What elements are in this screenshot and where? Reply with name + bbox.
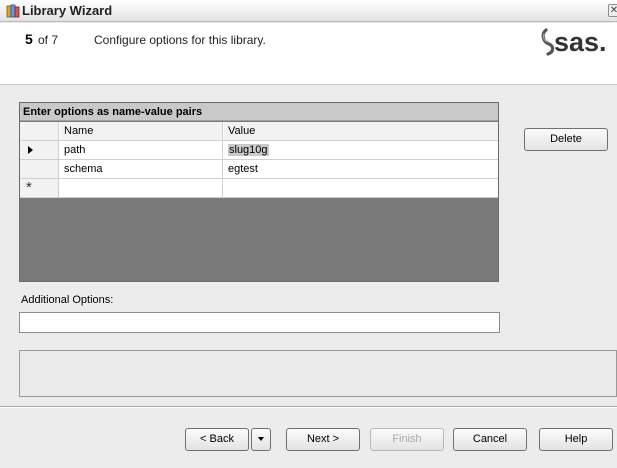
- option-value-cell[interactable]: slug10g: [224, 141, 498, 159]
- back-button[interactable]: < Back: [185, 428, 249, 451]
- footer-divider: [0, 406, 617, 408]
- step-number: 5: [25, 31, 33, 47]
- next-button[interactable]: Next >: [286, 428, 360, 451]
- back-dropdown-button[interactable]: [251, 428, 271, 451]
- message-panel: [19, 350, 617, 397]
- library-wizard-window: Library Wizard ✕ 5 of 7 Configure option…: [0, 0, 617, 468]
- additional-options-label: Additional Options:: [21, 294, 114, 306]
- step-title: Configure options for this library.: [94, 33, 266, 47]
- title-bar: Library Wizard ✕: [0, 0, 617, 22]
- grid-header-row: Name Value: [20, 122, 498, 141]
- grid-caption: Enter options as name-value pairs: [20, 103, 498, 121]
- new-row[interactable]: *: [20, 179, 498, 198]
- option-name-cell[interactable]: schema: [60, 160, 223, 178]
- window-title: Library Wizard: [22, 3, 113, 18]
- cancel-button[interactable]: Cancel: [453, 428, 527, 451]
- step-total: of 7: [38, 33, 59, 47]
- new-value-cell[interactable]: [224, 179, 498, 197]
- help-button[interactable]: Help: [539, 428, 613, 451]
- options-grid: Enter options as name-value pairs Name V…: [19, 102, 499, 282]
- column-header-name[interactable]: Name: [60, 122, 223, 140]
- row-selector[interactable]: [20, 141, 59, 159]
- option-name-cell[interactable]: path: [60, 141, 223, 159]
- header-selector-cell: [20, 122, 59, 140]
- close-icon: ✕: [609, 5, 617, 16]
- table-row[interactable]: schema egtest: [20, 160, 498, 179]
- chevron-down-icon: [258, 437, 264, 442]
- sas-logo: sas.: [541, 27, 607, 57]
- close-button[interactable]: ✕: [608, 4, 617, 17]
- option-value-text[interactable]: slug10g: [228, 144, 269, 156]
- option-value-cell[interactable]: egtest: [224, 160, 498, 178]
- finish-button[interactable]: Finish: [370, 428, 444, 451]
- table-row[interactable]: path slug10g: [20, 141, 498, 160]
- new-name-cell[interactable]: [60, 179, 223, 197]
- wizard-header: [0, 23, 617, 85]
- delete-button[interactable]: Delete: [524, 128, 608, 151]
- additional-options-input[interactable]: [19, 312, 500, 333]
- svg-text:sas.: sas.: [554, 27, 607, 57]
- column-header-value[interactable]: Value: [224, 122, 498, 140]
- new-row-selector[interactable]: *: [20, 179, 59, 197]
- library-icon: [6, 4, 20, 18]
- row-selector[interactable]: [20, 160, 59, 178]
- row-pointer-icon: [28, 146, 33, 154]
- new-row-icon: *: [26, 179, 32, 196]
